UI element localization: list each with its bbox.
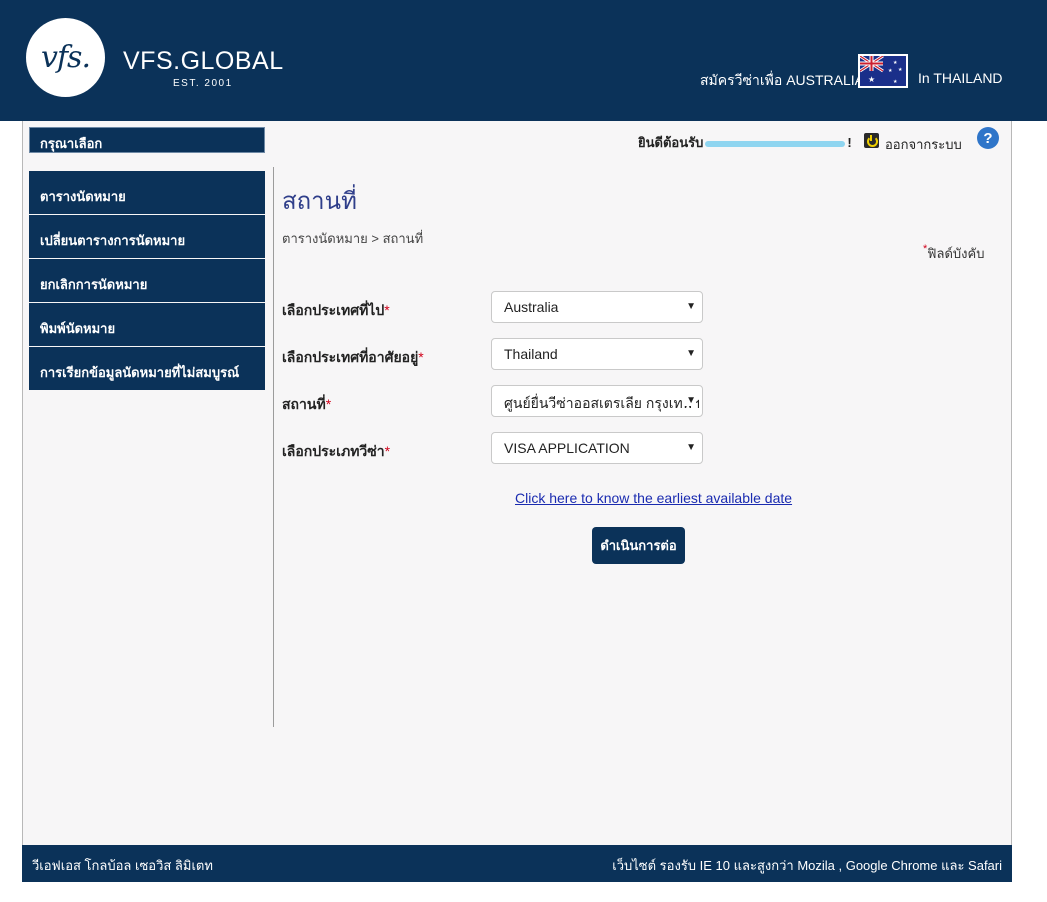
- site-header: vfs. VFS.GLOBAL EST. 2001 สมัครวีซ่าเพื่…: [0, 0, 1047, 121]
- welcome-prefix: ยินดีต้อนรับ: [638, 135, 704, 150]
- required-note-text: ฟิลด์บังคับ: [927, 246, 985, 261]
- footer-browser-support: เว็บไซต์ รองรับ IE 10 และสูงกว่า Mozila …: [612, 858, 1002, 873]
- visa-type-label: เลือกประเภทวีซ่า*: [282, 441, 390, 463]
- dropdown-arrow-icon: ▼: [683, 395, 696, 406]
- visa-type-select[interactable]: VISA APPLICATION ▼: [491, 432, 703, 464]
- choose-label: กรุณาเลือก: [29, 127, 265, 153]
- dropdown-arrow-icon: ▼: [683, 348, 696, 359]
- vfs-logo[interactable]: vfs. VFS.GLOBAL EST. 2001: [18, 14, 284, 104]
- required-star: *: [384, 302, 390, 318]
- location-label: สถานที่*: [282, 394, 331, 416]
- vfs-logo-mark: vfs.: [26, 18, 105, 97]
- residence-country-label: เลือกประเทศที่อาศัยอยู่*: [282, 347, 424, 369]
- logout-link[interactable]: ออกจากระบบ: [885, 134, 962, 155]
- residence-country-select[interactable]: Thailand ▼: [491, 338, 703, 370]
- field-label-text: เลือกประเทศที่อาศัยอยู่: [282, 349, 419, 365]
- brand-established: EST. 2001: [173, 78, 233, 89]
- continue-button[interactable]: ดำเนินการต่อ: [592, 527, 685, 564]
- svg-text:★: ★: [868, 75, 875, 84]
- power-icon[interactable]: [864, 133, 879, 148]
- dropdown-arrow-icon: ▼: [683, 442, 696, 453]
- svg-text:★: ★: [888, 68, 893, 74]
- required-star: *: [325, 396, 332, 412]
- sidebar-menu: ตารางนัดหมาย เปลี่ยนตารางการนัดหมาย ยกเล…: [29, 171, 265, 391]
- site-footer: วีเอฟเอส โกลบ้อล เซอวิส ลิมิเตท เว็บไซต์…: [22, 845, 1012, 882]
- sidebar-item-cancel-appointment[interactable]: ยกเลิกการนัดหมาย: [29, 259, 265, 302]
- welcome-suffix: !: [847, 135, 852, 150]
- earliest-date-link[interactable]: Click here to know the earliest availabl…: [515, 490, 792, 506]
- help-icon[interactable]: ?: [977, 127, 999, 149]
- select-value: Australia: [504, 299, 559, 315]
- svg-text:★: ★: [893, 60, 898, 66]
- welcome-message: ยินดีต้อนรับ!: [638, 132, 852, 153]
- select-value: Thailand: [504, 346, 558, 362]
- australia-flag-icon: ★ ★ ★ ★ ★: [858, 54, 908, 88]
- page-title: สถานที่: [282, 188, 357, 215]
- redacted-username: [705, 140, 846, 147]
- sidebar-item-schedule-appointment[interactable]: ตารางนัดหมาย: [29, 171, 265, 214]
- field-label-text: เลือกประเภทวีซ่า: [282, 443, 385, 459]
- vfs-logo-text: vfs.: [41, 40, 91, 75]
- sidebar-item-reschedule-appointment[interactable]: เปลี่ยนตารางการนัดหมาย: [29, 215, 265, 258]
- field-label-text: สถานที่: [282, 396, 326, 412]
- location-select[interactable]: ศูนย์ยื่นวีซ่าออสเตรเลีย กรุงเทพฯ ▼: [491, 385, 703, 417]
- required-fields-note: *ฟิลด์บังคับ: [923, 243, 984, 264]
- brand-name: VFS.GLOBAL: [123, 47, 284, 75]
- apply-destination-text: สมัครวีซ่าเพื่อ AUSTRALIA: [700, 72, 864, 88]
- footer-company-name: วีเอฟเอส โกลบ้อล เซอวิส ลิมิเตท: [32, 858, 213, 873]
- field-label-text: เลือกประเทศที่ไป: [282, 302, 385, 318]
- sidebar-item-incomplete-appointments[interactable]: การเรียกข้อมูลนัดหมายที่ไม่สมบูรณ์: [29, 347, 265, 390]
- dropdown-arrow-icon: ▼: [683, 301, 696, 312]
- destination-country-select[interactable]: Australia ▼: [491, 291, 703, 323]
- residence-country-text: In THAILAND: [918, 70, 1003, 86]
- svg-text:★: ★: [898, 67, 903, 73]
- sidebar-item-print-appointment[interactable]: พิมพ์นัดหมาย: [29, 303, 265, 346]
- required-star: *: [384, 443, 391, 459]
- destination-country-label: เลือกประเทศที่ไป*: [282, 300, 390, 322]
- svg-text:★: ★: [893, 79, 898, 85]
- select-value: ศูนย์ยื่นวีซ่าออสเตรเลีย กรุงเทพฯ: [504, 395, 700, 411]
- select-value: VISA APPLICATION: [504, 440, 630, 456]
- required-star: *: [418, 349, 424, 365]
- breadcrumb: ตารางนัดหมาย > สถานที่: [282, 231, 424, 246]
- main-panel: กรุณาเลือก ยินดีต้อนรับ! ออกจากระบบ ? ตา…: [22, 121, 1012, 845]
- divider: [273, 167, 274, 727]
